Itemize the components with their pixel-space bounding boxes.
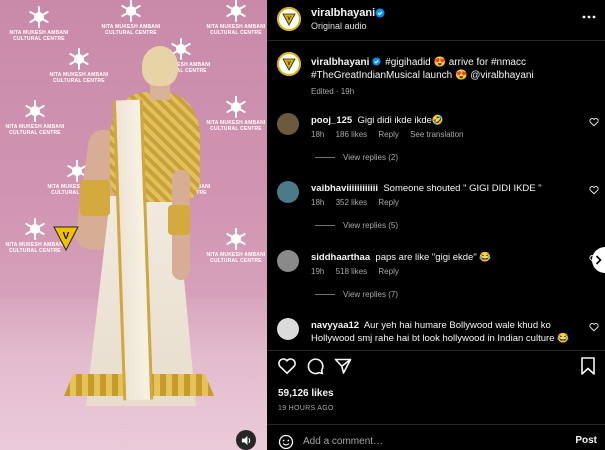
reply-button[interactable]: Reply bbox=[378, 267, 398, 276]
post-time: 19 HOURS AGO bbox=[278, 405, 334, 412]
commenter-username[interactable]: siddhaarthaa bbox=[311, 252, 370, 263]
comment-text: siddhaarthaa paps are like "gigi ekde" 😂 bbox=[311, 252, 492, 263]
post-button[interactable]: Post bbox=[575, 435, 597, 446]
comment-meta: 19h 518 likes Reply bbox=[311, 267, 408, 276]
commenter-avatar[interactable] bbox=[277, 181, 299, 203]
post-media[interactable]: NITA MUKESH AMBANI CULTURAL CENTRE NITA … bbox=[0, 0, 267, 450]
see-translation-button[interactable]: See translation bbox=[410, 130, 463, 139]
verified-badge-icon bbox=[375, 8, 385, 18]
comment-text: pooj_125 Gigi didi ikde ikde🤣 bbox=[311, 115, 444, 126]
comment-time: 18h bbox=[311, 198, 325, 207]
speaker-icon[interactable] bbox=[236, 430, 256, 450]
comment-meta: 18h 352 likes Reply bbox=[311, 198, 408, 207]
more-icon[interactable] bbox=[581, 9, 597, 25]
comment-composer: Post bbox=[267, 424, 605, 450]
commenter-avatar[interactable] bbox=[277, 250, 299, 272]
caption-meta: Edited · 19h bbox=[311, 87, 355, 96]
view-replies-button[interactable]: View replies (2) bbox=[315, 153, 398, 162]
backdrop-logo: NITA MUKESH AMBANI CULTURAL CENTRE bbox=[205, 228, 267, 264]
commenter-avatar[interactable] bbox=[277, 318, 299, 340]
action-bar bbox=[267, 350, 605, 380]
post-panel: V viralbhayani Original audio V viralbha… bbox=[267, 0, 605, 450]
reply-button[interactable]: Reply bbox=[378, 130, 398, 139]
backdrop-logo: NITA MUKESH AMBANI CULTURAL CENTRE bbox=[8, 6, 70, 42]
emoji-icon[interactable] bbox=[278, 434, 294, 450]
profile-avatar[interactable]: V bbox=[277, 7, 301, 31]
caption-username[interactable]: viralbhayani bbox=[311, 57, 369, 68]
comment-likes[interactable]: 186 likes bbox=[336, 130, 368, 139]
comment-meta: 18h 186 likes Reply See translation bbox=[311, 130, 472, 139]
send-icon[interactable] bbox=[333, 356, 353, 376]
bookmark-icon[interactable] bbox=[579, 356, 597, 376]
comment-text: navyyaa12 Aur yeh hai humare Bollywood w… bbox=[311, 320, 569, 344]
heart-icon[interactable] bbox=[589, 117, 599, 127]
comment-time: 18h bbox=[311, 130, 325, 139]
heart-icon[interactable] bbox=[277, 356, 297, 376]
header-divider bbox=[267, 40, 605, 41]
original-audio-link[interactable]: Original audio bbox=[311, 21, 367, 31]
viral-bhayani-watermark-icon: V bbox=[53, 226, 79, 252]
comment-time: 19h bbox=[311, 267, 325, 276]
post-caption: viralbhayani #gigihadid 😍 arrive for #nm… bbox=[311, 56, 596, 82]
backdrop-logo: NITA MUKESH AMBANI CULTURAL CENTRE bbox=[205, 0, 267, 36]
backdrop-logo: NITA MUKESH AMBANI CULTURAL CENTRE bbox=[4, 100, 66, 136]
comment-likes[interactable]: 518 likes bbox=[336, 267, 368, 276]
chevron-right-icon bbox=[595, 255, 602, 265]
likes-count[interactable]: 59,126 likes bbox=[278, 388, 334, 399]
verified-badge-icon bbox=[372, 57, 381, 66]
commenter-username[interactable]: pooj_125 bbox=[311, 115, 352, 126]
comment-input[interactable] bbox=[303, 434, 553, 448]
comment-text: vaibhaviiiiiiiiiiii Someone shouted " GI… bbox=[311, 183, 542, 194]
person-figure bbox=[60, 40, 214, 420]
commenter-username[interactable]: navyyaa12 bbox=[311, 320, 359, 331]
view-replies-button[interactable]: View replies (7) bbox=[315, 290, 398, 299]
comment-likes[interactable]: 352 likes bbox=[336, 198, 368, 207]
comment-icon[interactable] bbox=[305, 356, 325, 376]
header-username[interactable]: viralbhayani bbox=[311, 7, 375, 19]
heart-icon[interactable] bbox=[589, 322, 599, 332]
caption-avatar[interactable]: V bbox=[277, 52, 301, 76]
actions-divider bbox=[267, 350, 605, 351]
commenter-avatar[interactable] bbox=[277, 113, 299, 135]
view-replies-button[interactable]: View replies (5) bbox=[315, 221, 398, 230]
heart-icon[interactable] bbox=[589, 185, 599, 195]
reply-button[interactable]: Reply bbox=[378, 198, 398, 207]
commenter-username[interactable]: vaibhaviiiiiiiiiiii bbox=[311, 183, 378, 194]
backdrop-logo: NITA MUKESH AMBANI CULTURAL CENTRE bbox=[205, 96, 267, 132]
backdrop-logo: NITA MUKESH AMBANI CULTURAL CENTRE bbox=[100, 0, 162, 36]
svg-text:V: V bbox=[63, 231, 70, 242]
